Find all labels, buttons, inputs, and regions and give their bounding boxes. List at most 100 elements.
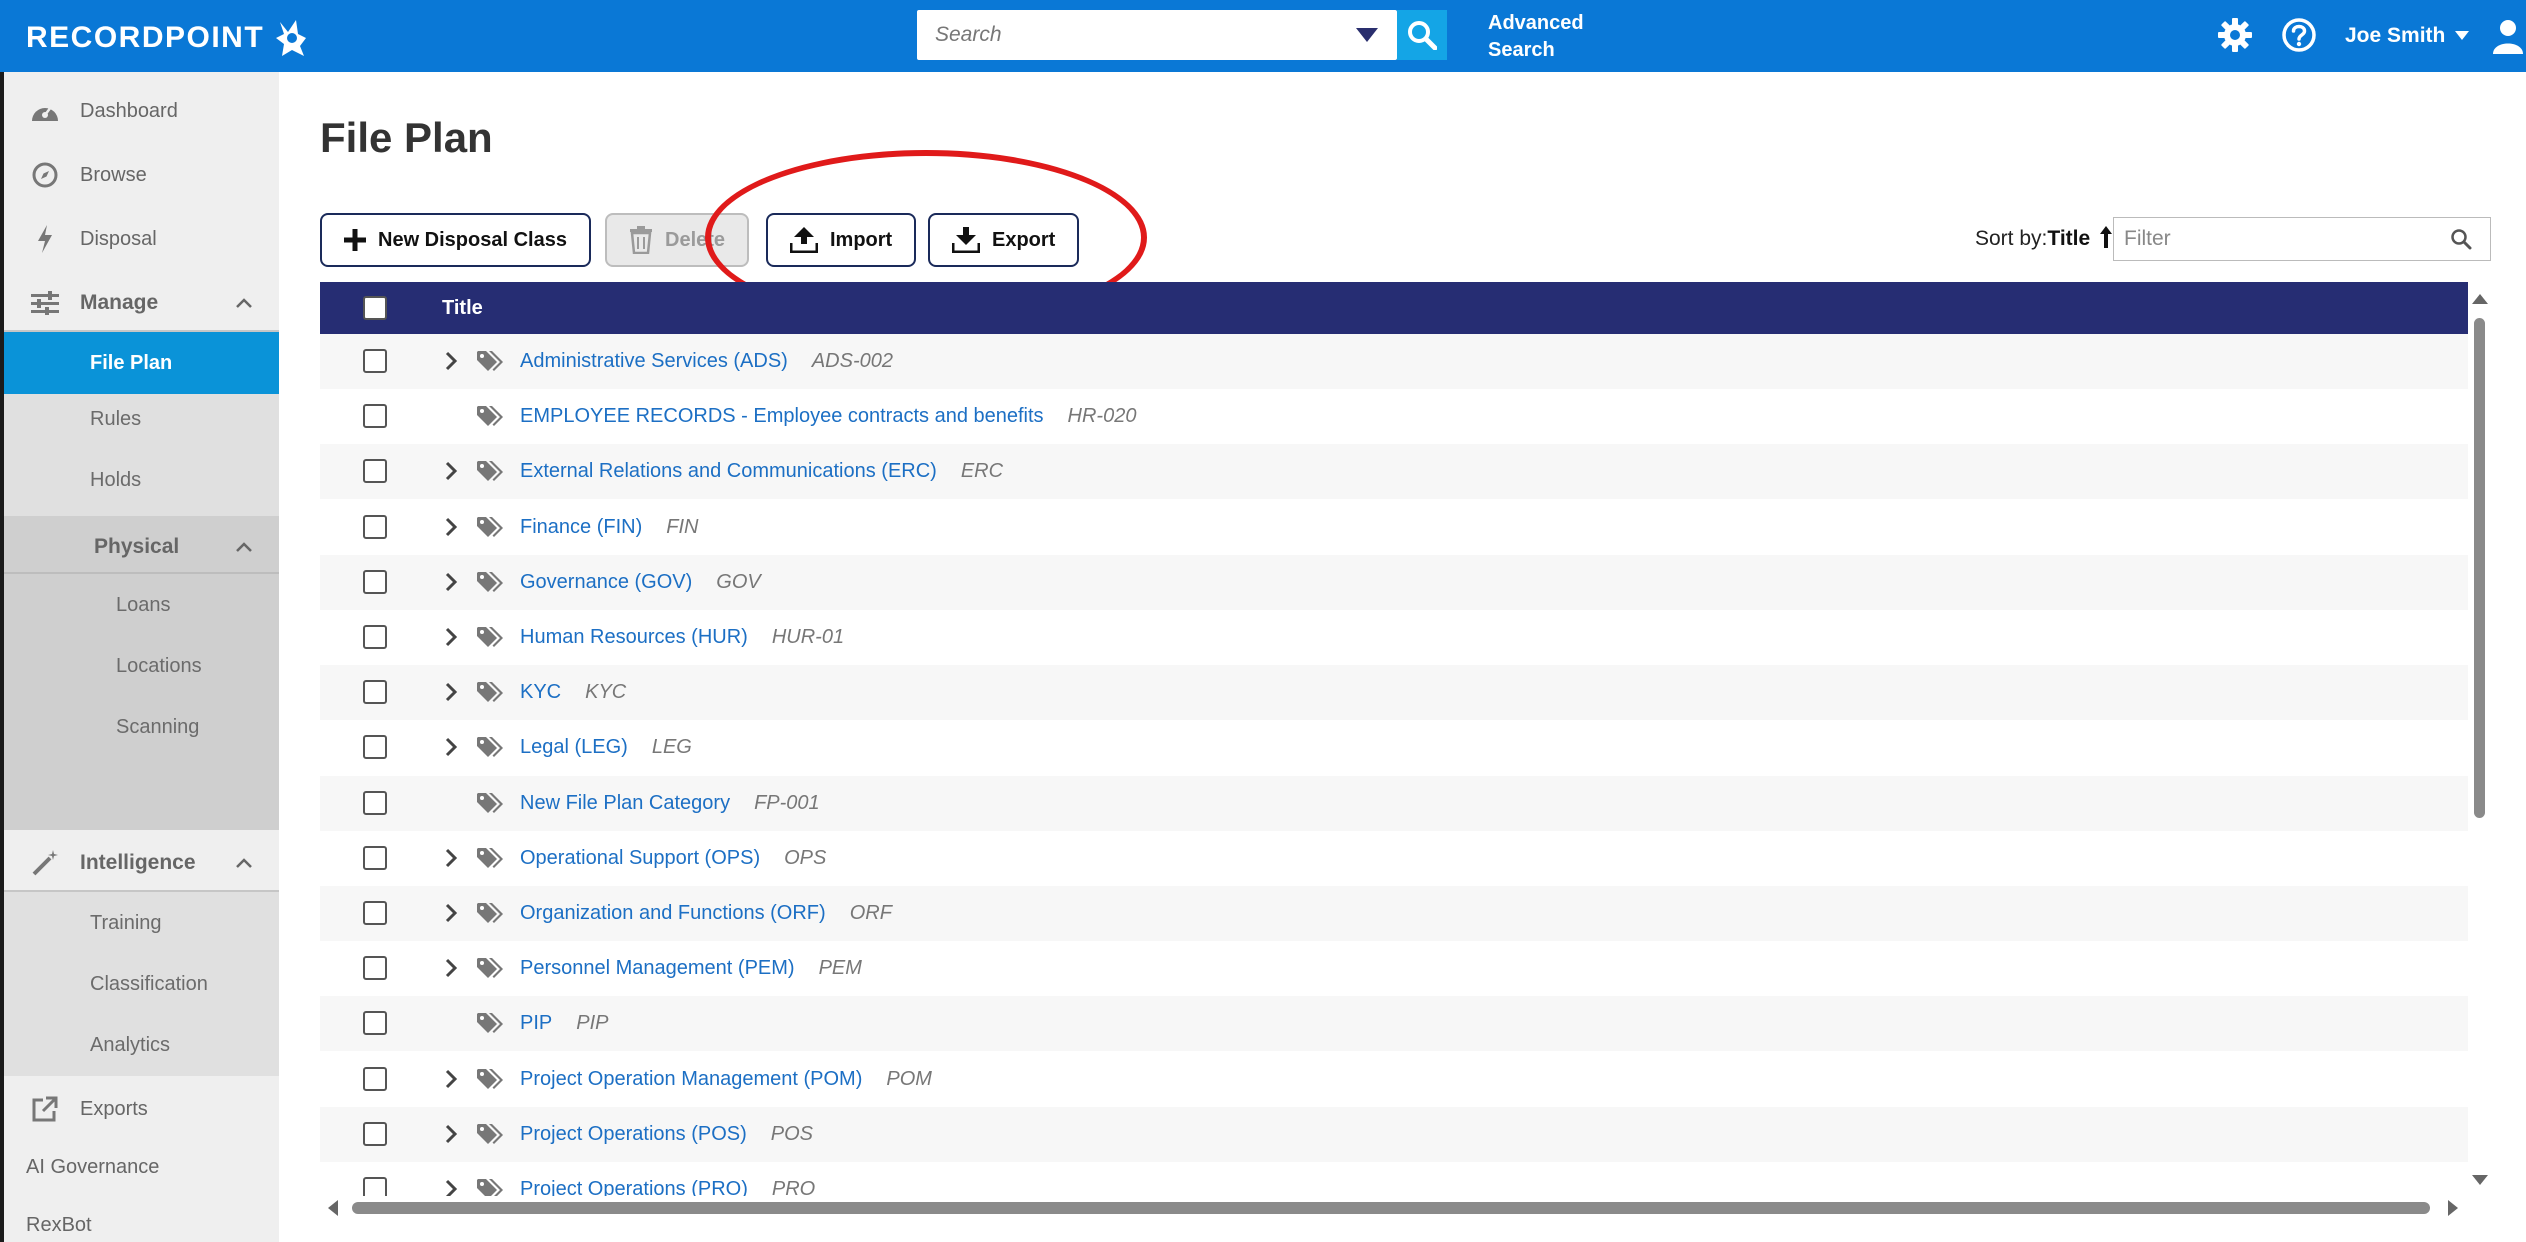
row-title-link[interactable]: Governance (GOV) [520, 571, 692, 593]
row-checkbox[interactable] [363, 1121, 387, 1146]
row-checkbox[interactable] [363, 625, 387, 649]
chevron-right-icon[interactable] [444, 903, 458, 923]
column-header-title[interactable]: Title [442, 297, 483, 320]
scroll-right-arrow-icon[interactable] [2448, 1200, 2460, 1216]
row-checkbox[interactable] [363, 680, 387, 705]
row-title-link[interactable]: Operational Support (OPS) [520, 847, 760, 869]
search-scope-dropdown[interactable] [1337, 10, 1397, 60]
table-row[interactable]: Project Operation Management (POM) POM [320, 1051, 2468, 1107]
sort-control[interactable]: Sort by:Title [1975, 226, 2113, 251]
scroll-up-arrow-icon[interactable] [2472, 292, 2488, 304]
chevron-right-icon[interactable] [444, 461, 458, 481]
sidebar-item-classification[interactable]: Classification [90, 973, 208, 996]
chevron-right-icon[interactable] [444, 958, 458, 978]
chevron-right-icon[interactable] [444, 1069, 458, 1089]
sidebar-item-scanning[interactable]: Scanning [116, 716, 199, 739]
sidebar-item-file-plan[interactable]: File Plan [4, 332, 279, 394]
table-row[interactable]: New File Plan Category FP-001 [320, 775, 2468, 831]
search-icon[interactable] [2450, 228, 2472, 250]
chevron-right-icon[interactable] [444, 572, 458, 592]
sidebar-item-rexbot[interactable]: RexBot [4, 1200, 279, 1242]
sidebar-item-dashboard[interactable]: Dashboard [4, 86, 279, 136]
row-checkbox[interactable] [363, 459, 387, 484]
row-checkbox[interactable] [363, 845, 387, 870]
chevron-right-icon[interactable] [444, 1124, 458, 1144]
row-title-link[interactable]: Organization and Functions (ORF) [520, 902, 826, 924]
sidebar-item-rules[interactable]: Rules [90, 408, 141, 431]
row-checkbox[interactable] [363, 790, 387, 815]
table-row[interactable]: PIP PIP [320, 996, 2468, 1052]
export-button[interactable]: Export [928, 213, 1080, 267]
scroll-left-arrow-icon[interactable] [326, 1200, 338, 1216]
row-checkbox[interactable] [363, 569, 387, 594]
advanced-search-link[interactable]: Advanced Search [1488, 10, 1608, 64]
new-disposal-class-button[interactable]: New Disposal Class [320, 213, 591, 267]
chevron-right-icon[interactable] [444, 517, 458, 537]
recordpoint-logo[interactable]: RECORDPOINT [26, 18, 310, 58]
sidebar-item-exports[interactable]: Exports [4, 1082, 279, 1136]
horizontal-scrollbar[interactable] [320, 1196, 2470, 1220]
table-row[interactable]: Governance (GOV) GOV [320, 554, 2468, 610]
chevron-right-icon[interactable] [444, 682, 458, 702]
horizontal-scroll-thumb[interactable] [352, 1202, 2430, 1214]
sidebar-item-holds[interactable]: Holds [90, 469, 141, 492]
vertical-scrollbar[interactable] [2470, 282, 2490, 1192]
row-title-link[interactable]: EMPLOYEE RECORDS - Employee contracts an… [520, 405, 1044, 427]
row-title-link[interactable]: Legal (LEG) [520, 736, 628, 758]
chevron-right-icon[interactable] [444, 351, 458, 371]
row-title-link[interactable]: External Relations and Communications (E… [520, 460, 937, 482]
row-checkbox[interactable] [363, 901, 387, 925]
table-row[interactable]: Project Operations (POS) POS [320, 1106, 2468, 1162]
row-title-link[interactable]: Personnel Management (PEM) [520, 957, 795, 979]
row-title-link[interactable]: KYC [520, 681, 561, 703]
table-row[interactable]: Operational Support (OPS) OPS [320, 830, 2468, 886]
row-title-link[interactable]: Finance (FIN) [520, 516, 642, 538]
chevron-right-icon[interactable] [444, 627, 458, 647]
table-row[interactable]: KYC KYC [320, 665, 2468, 721]
table-row[interactable]: Administrative Services (ADS) ADS-002 [320, 334, 2468, 389]
table-row[interactable]: Personnel Management (PEM) PEM [320, 941, 2468, 997]
row-title-link[interactable]: Human Resources (HUR) [520, 626, 748, 648]
search-button[interactable] [1397, 10, 1447, 60]
chevron-right-icon[interactable] [444, 848, 458, 868]
sidebar-group-physical[interactable]: Physical [4, 522, 279, 572]
table-row[interactable]: Finance (FIN) FIN [320, 499, 2468, 555]
row-title-link[interactable]: New File Plan Category [520, 792, 730, 814]
scroll-down-arrow-icon[interactable] [2472, 1175, 2488, 1187]
chevron-right-icon[interactable] [444, 1179, 458, 1196]
row-checkbox[interactable] [363, 1011, 387, 1036]
row-checkbox[interactable] [363, 1066, 387, 1091]
settings-button[interactable] [2216, 16, 2254, 54]
table-row[interactable]: Project Operations (PRO) PRO [320, 1162, 2468, 1196]
search-input[interactable] [917, 10, 1337, 60]
row-checkbox[interactable] [363, 349, 387, 373]
sidebar-item-analytics[interactable]: Analytics [90, 1034, 170, 1057]
chevron-right-icon[interactable] [444, 737, 458, 757]
row-title-link[interactable]: Project Operations (PRO) [520, 1178, 748, 1196]
row-checkbox[interactable] [363, 514, 387, 539]
row-checkbox[interactable] [363, 404, 387, 429]
sidebar-item-browse[interactable]: Browse [4, 150, 279, 200]
sidebar-item-disposal[interactable]: Disposal [4, 214, 279, 264]
select-all-checkbox[interactable] [363, 296, 387, 320]
help-button[interactable] [2280, 16, 2318, 54]
sidebar-group-intelligence[interactable]: Intelligence [4, 836, 279, 890]
row-title-link[interactable]: Project Operations (POS) [520, 1123, 747, 1145]
row-title-link[interactable]: PIP [520, 1012, 552, 1034]
row-title-link[interactable]: Project Operation Management (POM) [520, 1068, 862, 1090]
table-row[interactable]: EMPLOYEE RECORDS - Employee contracts an… [320, 389, 2468, 445]
import-button[interactable]: Import [766, 213, 917, 267]
sidebar-group-manage[interactable]: Manage [4, 276, 279, 330]
sidebar-item-training[interactable]: Training [90, 912, 162, 935]
delete-button[interactable]: Delete [605, 213, 750, 267]
table-row[interactable]: External Relations and Communications (E… [320, 444, 2468, 500]
sidebar-item-loans[interactable]: Loans [116, 594, 171, 617]
row-title-link[interactable]: Administrative Services (ADS) [520, 350, 788, 372]
vertical-scroll-thumb[interactable] [2474, 318, 2485, 818]
sidebar-item-ai-governance[interactable]: AI Governance [4, 1142, 279, 1192]
sidebar-item-locations[interactable]: Locations [116, 655, 202, 678]
row-checkbox[interactable] [363, 735, 387, 760]
table-row[interactable]: Legal (LEG) LEG [320, 720, 2468, 776]
row-checkbox[interactable] [363, 1177, 387, 1196]
row-checkbox[interactable] [363, 956, 387, 981]
